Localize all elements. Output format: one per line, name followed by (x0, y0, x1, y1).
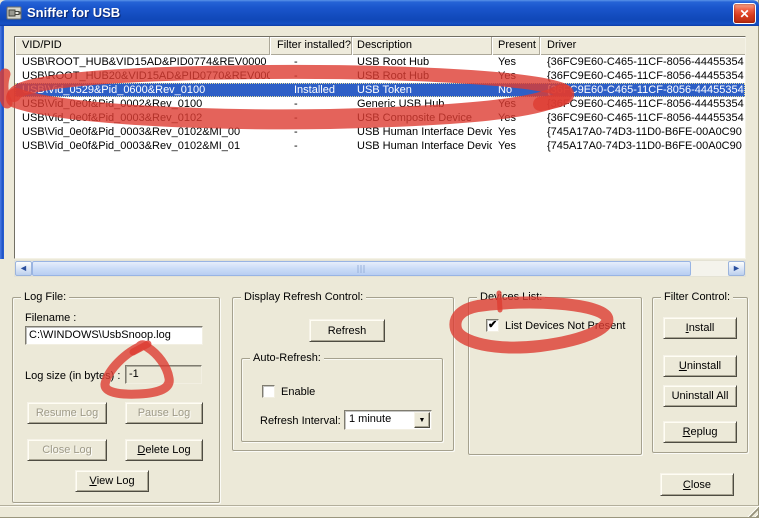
cell-description: USB Root Hub (352, 55, 492, 69)
uninstall-all-button[interactable]: Uninstall All (663, 385, 737, 407)
refresh-interval-label: Refresh Interval: (260, 415, 341, 427)
device-list-header: VID/PID Filter installed? Description Pr… (15, 37, 745, 55)
filter-control-caption: Filter Control: (661, 291, 733, 303)
cell-present: Yes (492, 111, 540, 125)
cell-description: USB Composite Device (352, 111, 492, 125)
cell-filter: - (270, 97, 352, 111)
cell-filter: - (270, 55, 352, 69)
delete-log-button[interactable]: Delete Log (125, 439, 203, 461)
cell-vid-pid: USB\Vid_0e0f&Pid_0003&Rev_0102&MI_01 (15, 139, 270, 153)
device-row[interactable]: USB\Vid_0e0f&Pid_0003&Rev_0102-USB Compo… (15, 111, 745, 125)
list-devices-not-present-label: List Devices Not Present (505, 320, 625, 332)
cell-vid-pid: USB\ROOT_HUB20&VID15AD&PID0770&REV0000 (15, 69, 270, 83)
cell-filter: Installed (270, 83, 352, 97)
log-size-field[interactable]: -1 (125, 365, 202, 384)
cell-filter: - (270, 69, 352, 83)
view-log-button[interactable]: View Log (75, 470, 149, 492)
filter-control-group: Filter Control: Install Uninstall Uninst… (652, 297, 748, 453)
close-dialog-button[interactable]: Close (660, 473, 734, 496)
close-log-button[interactable]: Close Log (27, 439, 107, 461)
close-window-button[interactable]: ✕ (733, 3, 756, 24)
device-row[interactable]: USB\Vid_0e0f&Pid_0002&Rev_0100-Generic U… (15, 97, 745, 111)
device-row[interactable]: USB\Vid_0e0f&Pid_0003&Rev_0102&MI_01-USB… (15, 139, 745, 153)
cell-driver: {36FC9E60-C465-11CF-8056-44455354 (540, 55, 745, 69)
cell-description: USB Token (352, 83, 492, 97)
display-refresh-caption: Display Refresh Control: (241, 291, 366, 303)
column-header-vid-pid[interactable]: VID/PID (15, 37, 270, 55)
refresh-button[interactable]: Refresh (309, 319, 385, 342)
filename-field[interactable]: C:\WINDOWS\UsbSnoop.log (25, 326, 203, 345)
device-row[interactable]: USB\Vid_0e0f&Pid_0003&Rev_0102&MI_00-USB… (15, 125, 745, 139)
cell-driver: {745A17A0-74D3-11D0-B6FE-00A0C90 (540, 139, 745, 153)
cell-description: USB Human Interface Device (352, 139, 492, 153)
device-table-body: USB\ROOT_HUB&VID15AD&PID0774&REV0000-USB… (15, 55, 745, 258)
pause-log-button[interactable]: Pause Log (125, 402, 203, 424)
scroll-right-arrow-icon[interactable]: ► (728, 261, 745, 276)
devices-list-group: Devices List: ✔ List Devices Not Present (468, 297, 642, 455)
column-header-driver[interactable]: Driver (540, 37, 745, 55)
cell-driver: {36FC9E60-C465-11CF-8056-44455354 (540, 83, 745, 97)
cell-driver: {36FC9E60-C465-11CF-8056-44455354 (540, 111, 745, 125)
cell-present: Yes (492, 69, 540, 83)
cell-filter: - (270, 139, 352, 153)
column-header-filter-installed[interactable]: Filter installed? (270, 37, 352, 55)
cell-vid-pid: USB\Vid_0529&Pid_0600&Rev_0100 (15, 83, 270, 97)
enable-checkbox[interactable]: ✔ (262, 385, 275, 398)
cell-present: Yes (492, 97, 540, 111)
device-row[interactable]: USB\ROOT_HUB&VID15AD&PID0774&REV0000-USB… (15, 55, 745, 69)
replug-button[interactable]: Replug (663, 421, 737, 443)
title-bar[interactable]: Sniffer for USB ✕ (0, 0, 759, 26)
device-row[interactable]: USB\Vid_0529&Pid_0600&Rev_0100InstalledU… (15, 83, 745, 97)
cell-driver: {36FC9E60-C465-11CF-8056-44455354 (540, 97, 745, 111)
cell-present: Yes (492, 55, 540, 69)
cell-filter: - (270, 125, 352, 139)
cell-vid-pid: USB\Vid_0e0f&Pid_0003&Rev_0102&MI_00 (15, 125, 270, 139)
auto-refresh-group: Auto-Refresh: ✔ Enable Refresh Interval:… (241, 358, 443, 442)
scroll-left-arrow-icon[interactable]: ◄ (15, 261, 32, 276)
list-devices-not-present-checkbox[interactable]: ✔ (486, 319, 499, 332)
auto-refresh-caption: Auto-Refresh: (250, 352, 324, 364)
log-file-caption: Log File: (21, 291, 69, 303)
app-icon (6, 5, 22, 21)
cell-description: USB Human Interface Device (352, 125, 492, 139)
cell-vid-pid: USB\Vid_0e0f&Pid_0003&Rev_0102 (15, 111, 270, 125)
scrollbar-thumb[interactable] (32, 261, 691, 276)
cell-present: Yes (492, 125, 540, 139)
cell-present: Yes (492, 139, 540, 153)
window-title: Sniffer for USB (27, 5, 120, 20)
refresh-interval-select[interactable]: 1 minute ▼ (344, 410, 432, 430)
scrollbar-thumb-grip-icon (357, 265, 366, 273)
cell-driver: {36FC9E60-C465-11CF-8056-44455354 (540, 69, 745, 83)
column-header-present[interactable]: Present (492, 37, 540, 55)
cell-present: No (492, 83, 540, 97)
cell-vid-pid: USB\Vid_0e0f&Pid_0002&Rev_0100 (15, 97, 270, 111)
dropdown-arrow-icon[interactable]: ▼ (414, 412, 430, 428)
cell-driver: {745A17A0-74D3-11D0-B6FE-00A0C90 (540, 125, 745, 139)
devices-list-caption: Devices List: (477, 291, 545, 303)
cell-description: Generic USB Hub (352, 97, 492, 111)
log-file-group: Log File: Filename : C:\WINDOWS\UsbSnoop… (12, 297, 220, 503)
device-list[interactable]: VID/PID Filter installed? Description Pr… (14, 36, 746, 259)
cell-description: USB Root Hub (352, 69, 492, 83)
window-bottom-edge (0, 505, 759, 506)
filename-label: Filename : (25, 312, 76, 324)
device-row[interactable]: USB\ROOT_HUB20&VID15AD&PID0770&REV0000-U… (15, 69, 745, 83)
horizontal-scrollbar[interactable]: ◄ ► (14, 260, 746, 277)
cell-vid-pid: USB\ROOT_HUB&VID15AD&PID0774&REV0000 (15, 55, 270, 69)
sniffer-for-usb-window: Sniffer for USB ✕ VID/PID Filter install… (0, 0, 759, 518)
uninstall-button[interactable]: Uninstall (663, 355, 737, 377)
resume-log-button[interactable]: Resume Log (27, 402, 107, 424)
enable-label: Enable (281, 386, 315, 398)
check-icon: ✔ (488, 318, 497, 331)
column-header-description[interactable]: Description (352, 37, 492, 55)
resize-grip-icon[interactable] (745, 505, 758, 517)
install-button[interactable]: Install (663, 317, 737, 339)
log-size-label: Log size (in bytes) : (25, 370, 120, 382)
display-refresh-group: Display Refresh Control: Refresh Auto-Re… (232, 297, 454, 451)
cell-filter: - (270, 111, 352, 125)
refresh-interval-value: 1 minute (349, 413, 391, 426)
window-left-border (0, 26, 4, 259)
